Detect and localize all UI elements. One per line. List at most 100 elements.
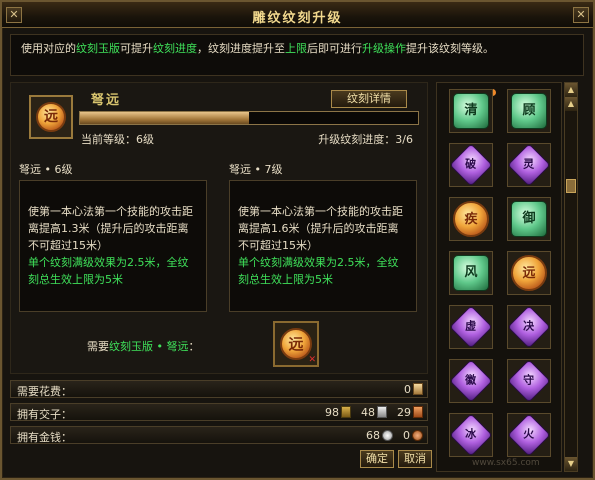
watermark-text: www.sx65.com [472,458,540,468]
engraving-grid-cell[interactable]: 决 [507,305,551,349]
money-silver-amount: 68 [366,429,380,442]
engraving-grid-cell[interactable]: 御 [507,197,551,241]
desc-text-3: ，纹刻进度提升至 [197,42,285,55]
scroll-thumb[interactable] [566,179,576,193]
engraving-tile-icon: 疾 [453,201,489,237]
close-button[interactable]: ✕ [573,7,589,23]
current-effect-text: 使第一本心法第一个技能的攻击距离提高1.3米（提升后的攻击距离不可超过15米） [28,205,193,252]
engraving-grid-cell[interactable]: 疾 [449,197,493,241]
engraving-tile-char: 灵 [523,158,535,171]
missing-mark-icon: ✕ [308,355,316,365]
desc-text-2: 可提升 [120,42,153,55]
engraving-tile-char: 远 [522,266,536,281]
engraving-grid-cell[interactable]: 虚 [449,305,493,349]
cancel-button[interactable]: 取消 [398,450,432,468]
engraving-grid-cell[interactable]: 破 [449,143,493,187]
scroll-up-icon[interactable]: ▲ [565,83,577,97]
engraving-grid-cell[interactable]: 远 [507,251,551,295]
notes-values: 98 48 29 [325,406,423,419]
money-silver: 68 [366,429,393,442]
progress-text: 升级纹刻进度：3/6 [318,133,413,146]
current-effect-bonus: 单个纹刻满级效果为2.5米，全纹刻总生效上限为5米 [28,256,189,286]
engraving-grid-cell[interactable]: 风 [449,251,493,295]
cost-values: 0 [404,383,423,396]
item-name: 弩远 [91,93,122,108]
engraving-grid: 清 顾破 灵疾 御风 远虚 决徽 守冰 火 [436,82,562,472]
notes-copper: 29 [397,406,423,419]
engraving-grid-cell[interactable]: 火 [507,413,551,457]
engraving-panel: 远 弩远 纹刻详情 当前等级：6级 升级纹刻进度：3/6 弩远 • 6级 使第一… [10,82,428,374]
notes-silver: 48 [361,406,387,419]
silver-coin-icon [382,430,393,441]
description-text: 使用对应的纹刻玉版可提升纹刻进度，纹刻进度提升至上限后即可进行升级操作提升该纹刻… [10,34,584,76]
engraving-gem-icon: 远 [36,102,66,132]
engraving-grid-cell[interactable]: 清 [449,89,493,133]
engraving-tile-icon: 决 [507,305,551,349]
engraving-tile-icon: 灵 [507,143,551,187]
engraving-grid-cell[interactable]: 徽 [449,359,493,403]
next-level-effect: 使第一本心法第一个技能的攻击距离提高1.6米（提升后的攻击距离不可超过15米） … [229,180,417,312]
grid-scrollbar[interactable]: ▲ ▲ ▼ [564,82,578,472]
engraving-tile-icon: 破 [449,143,493,187]
cost-row: 需要花费： 0 [10,380,428,398]
engraving-tile-char: 风 [464,265,478,280]
engraving-tile-icon: 徽 [449,359,493,403]
engraving-tile-icon: 虚 [449,305,493,349]
cost-value: 0 [404,383,423,396]
item-icon-slot[interactable]: 远 [29,95,73,139]
progress-fill [80,112,249,124]
desc-highlight-upgrade: 升级操作 [362,42,406,55]
upgrade-window: ✕ 雕纹纹刻升级 ✕ 使用对应的纹刻玉版可提升纹刻进度，纹刻进度提升至上限后即可… [0,0,595,480]
notes-silver-amount: 48 [361,406,375,419]
required-item-slot[interactable]: 远 ✕ [273,321,319,367]
money-copper-amount: 0 [403,429,410,442]
next-level-title: 弩远 • 7级 [229,163,283,176]
next-effect-bonus: 单个纹刻满级效果为2.5米，全纹刻总生效上限为5米 [238,256,399,286]
desc-text-1: 使用对应的 [21,42,76,55]
gold-note-icon [341,406,351,418]
desc-highlight-jade-tablet: 纹刻玉版 [76,42,120,55]
engraving-tile-icon: 清 [453,93,489,129]
requirement-label: 需要纹刻玉版 • 弩远： [87,338,199,354]
engraving-tile-char: 虚 [465,320,477,333]
title-bar: ✕ 雕纹纹刻升级 ✕ [2,2,593,28]
engraving-grid-cell[interactable]: 灵 [507,143,551,187]
confirm-button[interactable]: 确定 [360,450,394,468]
desc-text-5: 提升该纹刻等级。 [406,42,494,55]
engraving-tile-char: 火 [523,428,535,441]
notes-row: 拥有交子： 98 48 29 [10,403,428,421]
engraving-tile-char: 守 [523,374,535,387]
engraving-tile-char: 冰 [465,428,477,441]
current-level-title: 弩远 • 6级 [19,163,73,176]
requirement-prefix: 需要 [87,340,109,353]
money-values: 68 0 [366,429,423,442]
desc-highlight-limit: 上限 [285,42,307,55]
notes-gold: 98 [325,406,351,419]
engraving-tile-icon: 冰 [449,413,493,457]
copper-coin-icon [412,430,423,441]
engraving-tile-icon: 远 [511,255,547,291]
engraving-tile-char: 决 [523,320,535,333]
engraving-tile-icon: 顾 [511,93,547,129]
engraving-grid-cell[interactable]: 守 [507,359,551,403]
notes-label: 拥有交子： [17,408,72,421]
scroll-up-fast-icon[interactable]: ▲ [565,97,577,111]
money-copper: 0 [403,429,423,442]
requirement-item: 纹刻玉版 • 弩远 [109,340,189,353]
engraving-tile-icon: 火 [507,413,551,457]
notes-copper-amount: 29 [397,406,411,419]
scroll-down-icon[interactable]: ▼ [565,457,577,471]
engraving-grid-cell[interactable]: 冰 [449,413,493,457]
engraving-grid-cell[interactable]: 顾 [507,89,551,133]
desc-text-4: 后即可进行 [307,42,362,55]
requirement-suffix: ： [188,340,200,353]
silver-note-icon [377,406,387,418]
engraving-tile-char: 疾 [464,212,478,227]
engraving-tile-char: 清 [464,103,478,118]
cost-label: 需要花费： [17,385,72,398]
engraving-tile-char: 顾 [522,103,536,118]
engraving-tile-icon: 风 [453,255,489,291]
engraving-details-button[interactable]: 纹刻详情 [331,90,407,108]
engraving-tile-icon: 御 [511,201,547,237]
engraving-tile-char: 御 [522,211,536,226]
